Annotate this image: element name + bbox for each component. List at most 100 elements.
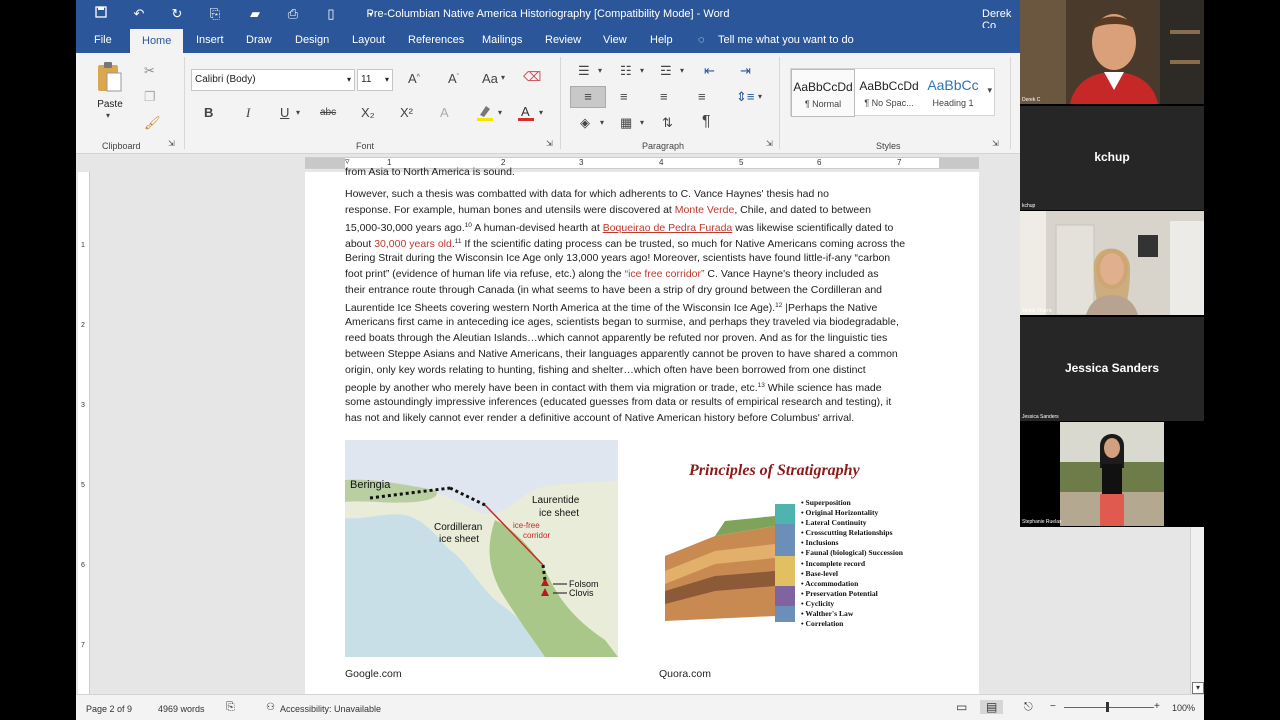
stratigraphy-image[interactable]: Principles of Stratigraphy • Superpositi…: [655, 452, 925, 634]
sort-icon[interactable]: ⇅: [662, 115, 673, 131]
style-no-spacing[interactable]: AaBbCcDd ¶ No Spac...: [857, 69, 921, 117]
decrease-indent-icon[interactable]: ⇤: [704, 63, 715, 79]
document-page[interactable]: from Asia to North America is sound. How…: [305, 166, 979, 694]
paste-icon[interactable]: [94, 61, 124, 97]
align-right-icon[interactable]: ≡: [660, 89, 668, 104]
video-tile-derek[interactable]: Derek C: [1020, 0, 1204, 104]
grow-font-icon[interactable]: A^: [408, 71, 420, 86]
justify-icon[interactable]: ≡: [698, 89, 706, 104]
tab-mailings[interactable]: Mailings: [480, 28, 524, 53]
font-size-combo[interactable]: 11 ▾: [357, 69, 393, 91]
chevron-down-icon[interactable]: ▾: [498, 108, 502, 117]
chevron-down-icon[interactable]: ▾: [347, 70, 351, 90]
proofing-icon[interactable]: ⎘: [226, 701, 235, 714]
chevron-down-icon[interactable]: ▾: [600, 118, 604, 127]
tab-layout[interactable]: Layout: [350, 28, 387, 53]
format-painter-icon[interactable]: 🖌: [144, 115, 161, 131]
web-layout-icon[interactable]: ⎋: [1024, 701, 1033, 714]
footnote-reference[interactable]: 11: [455, 238, 462, 245]
word-count[interactable]: 4969 words: [158, 704, 205, 714]
print-layout-icon[interactable]: ▤: [980, 700, 1004, 714]
zoom-out-button[interactable]: −: [1050, 701, 1056, 712]
show-formatting-icon[interactable]: ¶: [702, 113, 711, 131]
borders-icon[interactable]: ▦: [620, 115, 632, 131]
video-tile-stephanie[interactable]: Stephanie Ruelas: [1020, 422, 1204, 526]
tab-help[interactable]: Help: [648, 28, 675, 53]
chevron-down-icon[interactable]: ▾: [501, 73, 505, 82]
chevron-down-icon[interactable]: ▾: [680, 66, 684, 75]
style-heading-1[interactable]: AaBbCc Heading 1: [921, 69, 985, 117]
bold-button[interactable]: B: [204, 105, 213, 120]
zoom-slider-thumb[interactable]: [1106, 702, 1109, 712]
font-color-icon[interactable]: A: [517, 103, 535, 124]
paragraph-launcher-icon[interactable]: ⇲: [766, 139, 773, 148]
chevron-down-icon[interactable]: ▾: [296, 108, 300, 117]
highlight-icon[interactable]: [476, 103, 494, 124]
video-tile-jessica[interactable]: Jessica Sanders Jessica Sanders: [1020, 317, 1204, 421]
tab-references[interactable]: References: [406, 28, 466, 53]
accessibility-status[interactable]: Accessibility: Unavailable: [280, 704, 381, 714]
styles-launcher-icon[interactable]: ⇲: [992, 139, 999, 148]
beringia-map-image[interactable]: Beringia Laurentide ice sheet Cordillera…: [345, 440, 618, 657]
numbering-icon[interactable]: ☷: [620, 63, 632, 79]
tab-insert[interactable]: Insert: [194, 28, 226, 53]
chevron-down-icon[interactable]: ▾: [598, 66, 602, 75]
tab-review[interactable]: Review: [543, 28, 583, 53]
line-spacing-icon[interactable]: ⇕≡: [736, 89, 754, 105]
change-case-button[interactable]: Aa: [482, 71, 498, 86]
clipboard-launcher-icon[interactable]: ⇲: [168, 139, 175, 148]
style-normal[interactable]: AaBbCcDd ¶ Normal: [791, 69, 855, 117]
footnote-reference[interactable]: 12: [775, 302, 782, 309]
styles-more-icon[interactable]: ▾: [987, 85, 992, 96]
subscript-button[interactable]: X₂: [361, 105, 375, 120]
tell-me-search[interactable]: Tell me what you want to do: [716, 28, 856, 53]
page-count[interactable]: Page 2 of 9: [86, 704, 132, 714]
chevron-down-icon[interactable]: ▾: [640, 118, 644, 127]
hyperlink-text[interactable]: Boqueirao de Pedra Furada: [603, 222, 733, 234]
multilevel-list-icon[interactable]: ☲: [660, 63, 672, 79]
video-tile-jamie[interactable]: Jamie Ybarra: [1020, 211, 1204, 315]
superscript-button[interactable]: X²: [400, 105, 413, 120]
paste-button[interactable]: Paste: [90, 99, 130, 110]
align-left-button[interactable]: ≡: [570, 86, 606, 108]
read-mode-icon[interactable]: ▭: [956, 700, 967, 714]
zoom-in-button[interactable]: +: [1154, 701, 1160, 712]
zoom-slider[interactable]: [1064, 707, 1154, 708]
footnote-reference[interactable]: 13: [758, 382, 765, 389]
video-tile-kchup[interactable]: kchup kchup: [1020, 106, 1204, 210]
font-launcher-icon[interactable]: ⇲: [546, 139, 553, 148]
shading-icon[interactable]: ◈: [580, 115, 590, 131]
hyperlink-text[interactable]: Monte Verde: [675, 204, 735, 216]
hyperlink-text[interactable]: 30,000 years old: [374, 238, 452, 250]
copy-icon[interactable]: ❐: [144, 89, 156, 105]
chevron-down-icon[interactable]: ▾: [385, 70, 389, 90]
font-name-combo[interactable]: Calibri (Body) ▾: [191, 69, 355, 91]
zoom-level[interactable]: 100%: [1172, 703, 1195, 713]
shrink-font-icon[interactable]: Aˇ: [448, 71, 459, 86]
tab-draw[interactable]: Draw: [244, 28, 274, 53]
hyperlink-text[interactable]: “ice free corridor”: [625, 268, 705, 280]
scroll-down-icon[interactable]: ▾: [1192, 682, 1204, 694]
tab-file[interactable]: File: [92, 28, 114, 53]
vertical-ruler[interactable]: 1 2 3 5 6 7: [78, 172, 90, 694]
increase-indent-icon[interactable]: ⇥: [740, 63, 751, 79]
tab-design[interactable]: Design: [293, 28, 331, 53]
tab-view[interactable]: View: [601, 28, 629, 53]
cut-icon[interactable]: ✂: [144, 63, 155, 79]
footnote-reference[interactable]: 10: [465, 222, 472, 229]
tab-home[interactable]: Home: [130, 29, 184, 54]
clear-formatting-icon[interactable]: ⌫: [523, 69, 541, 85]
bullets-icon[interactable]: ☰: [578, 63, 590, 79]
align-center-icon[interactable]: ≡: [620, 89, 628, 104]
underline-button[interactable]: U: [280, 105, 289, 120]
ruler-margin-right: [939, 158, 979, 168]
chevron-down-icon[interactable]: ▾: [640, 66, 644, 75]
paste-dropdown-icon[interactable]: ▾: [106, 111, 110, 120]
text-effects-icon[interactable]: A: [440, 105, 449, 120]
chevron-down-icon[interactable]: ▾: [758, 92, 762, 101]
strikethrough-button[interactable]: abc: [320, 107, 336, 118]
italic-button[interactable]: I: [246, 105, 250, 121]
vertical-scrollbar[interactable]: ▾: [1190, 527, 1204, 694]
document-body[interactable]: from Asia to North America is sound. How…: [345, 166, 941, 426]
chevron-down-icon[interactable]: ▾: [539, 108, 543, 117]
